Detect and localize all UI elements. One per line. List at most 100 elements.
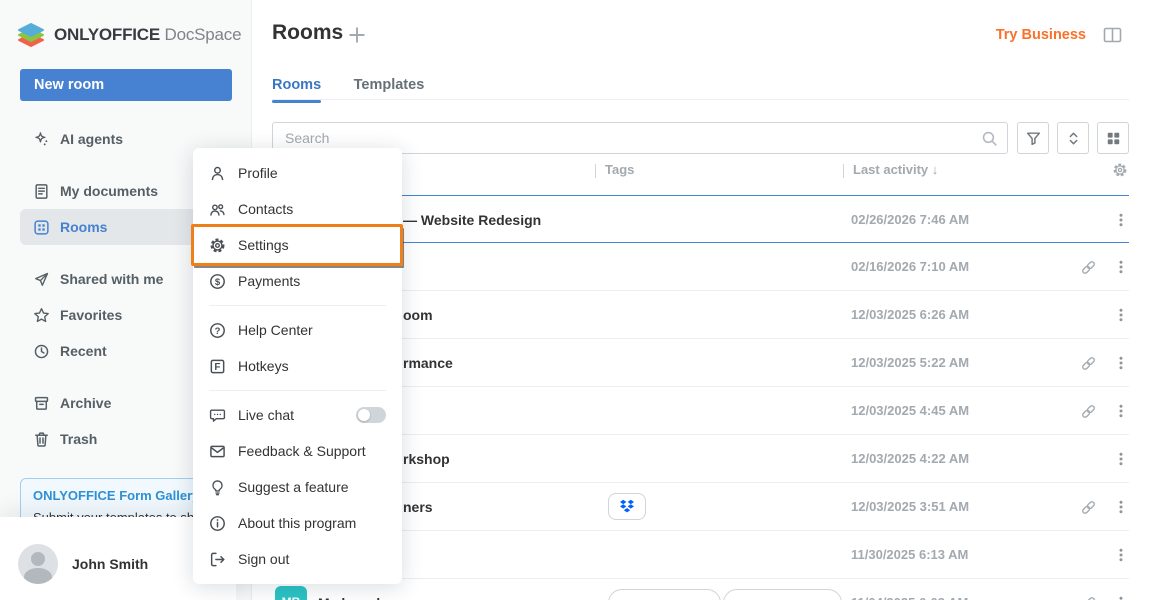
- copy-link-icon[interactable]: [1080, 403, 1097, 420]
- last-activity-date: 11/04/2025 6:03 AM: [851, 579, 968, 600]
- column-header-last-activity[interactable]: Last activity ↓: [853, 162, 938, 177]
- sidebar-item-label: AI agents: [60, 131, 123, 147]
- app-logo[interactable]: ONLYOFFICE DocSpace: [0, 0, 251, 50]
- last-activity-date: 12/03/2025 6:26 AM: [851, 291, 969, 339]
- copy-link-icon[interactable]: [1080, 259, 1097, 276]
- table-settings-gear-icon[interactable]: [1112, 162, 1128, 178]
- clock-icon: [32, 342, 50, 360]
- room-name: rkshop: [403, 435, 450, 483]
- view-switch-button[interactable]: [1097, 122, 1129, 154]
- row-context-menu-icon[interactable]: [1113, 547, 1129, 563]
- last-activity-date: 02/16/2026 7:10 AM: [851, 243, 969, 291]
- menu-item-suggest-feature[interactable]: Suggest a feature: [193, 469, 402, 505]
- onlyoffice-logo-icon: [16, 21, 46, 49]
- menu-item-profile[interactable]: Profile: [193, 155, 402, 191]
- menu-divider: [209, 390, 386, 391]
- grid-view-icon: [1105, 130, 1122, 147]
- row-context-menu-icon[interactable]: [1113, 499, 1129, 515]
- shared-icon: [32, 270, 50, 288]
- tab-templates[interactable]: Templates: [354, 77, 425, 101]
- account-dropdown-menu: Profile Contacts Settings: [193, 148, 402, 584]
- svg-text:$: $: [215, 276, 221, 287]
- room-avatar: MB: [275, 586, 307, 600]
- sidebar-item-label: Trash: [60, 431, 97, 447]
- panel-toggle-icon[interactable]: [1103, 26, 1122, 44]
- sparkle-icon: [32, 130, 50, 148]
- archive-icon: [32, 394, 50, 412]
- column-separator[interactable]: [843, 164, 844, 178]
- add-room-icon[interactable]: [348, 26, 366, 44]
- room-name: oom: [403, 291, 433, 339]
- svg-text:F: F: [214, 362, 220, 373]
- chat-icon: [209, 407, 226, 424]
- last-activity-date: 11/30/2025 6:13 AM: [851, 531, 968, 579]
- brand-text: ONLYOFFICE DocSpace: [54, 25, 241, 45]
- user-avatar[interactable]: [18, 544, 58, 584]
- row-context-menu-icon[interactable]: [1113, 307, 1129, 323]
- search-icon: [981, 130, 998, 147]
- menu-divider: [209, 305, 386, 306]
- sidebar-item-label: Shared with me: [60, 271, 163, 287]
- dropbox-tag-badge[interactable]: [608, 493, 646, 520]
- last-activity-date: 02/26/2026 7:46 AM: [851, 196, 969, 244]
- row-context-menu-icon[interactable]: [1113, 595, 1129, 600]
- filter-button[interactable]: [1017, 122, 1049, 154]
- contacts-icon: [209, 201, 226, 218]
- row-context-menu-icon[interactable]: [1113, 212, 1129, 228]
- profile-icon: [209, 165, 226, 182]
- copy-link-icon[interactable]: [1080, 499, 1097, 516]
- menu-item-hotkeys[interactable]: F Hotkeys: [193, 348, 402, 384]
- trash-icon: [32, 430, 50, 448]
- document-icon: [32, 182, 50, 200]
- menu-item-payments[interactable]: $ Payments: [193, 263, 402, 299]
- menu-item-settings[interactable]: Settings: [193, 227, 402, 263]
- tab-rooms[interactable]: Rooms: [272, 77, 321, 101]
- menu-item-feedback-support[interactable]: Feedback & Support: [193, 433, 402, 469]
- live-chat-toggle[interactable]: [356, 407, 386, 423]
- column-separator[interactable]: [595, 164, 596, 178]
- funnel-icon: [1025, 130, 1042, 147]
- page-title: Rooms: [272, 21, 343, 45]
- last-activity-date: 12/03/2025 4:22 AM: [851, 435, 969, 483]
- menu-item-about[interactable]: About this program: [193, 505, 402, 541]
- row-context-menu-icon[interactable]: [1113, 355, 1129, 371]
- column-header-tags[interactable]: Tags: [605, 162, 634, 177]
- user-profile-bar[interactable]: John Smith: [18, 544, 148, 584]
- sort-button[interactable]: [1057, 122, 1089, 154]
- last-activity-date: 12/03/2025 3:51 AM: [851, 483, 969, 531]
- table-row[interactable]: MBMy brand11/04/2025 6:03 AM: [272, 579, 1129, 600]
- row-context-menu-icon[interactable]: [1113, 403, 1129, 419]
- svg-text:?: ?: [215, 326, 221, 337]
- menu-item-contacts[interactable]: Contacts: [193, 191, 402, 227]
- bulb-icon: [209, 479, 226, 496]
- menu-item-help-center[interactable]: ? Help Center: [193, 312, 402, 348]
- sidebar-item-label: Rooms: [60, 219, 107, 235]
- user-name: John Smith: [72, 556, 148, 572]
- tag-pill[interactable]: [723, 589, 842, 600]
- rooms-icon: [32, 218, 50, 236]
- row-context-menu-icon[interactable]: [1113, 259, 1129, 275]
- tabs-bar: Rooms Templates: [272, 76, 1129, 100]
- try-business-link[interactable]: Try Business: [996, 27, 1086, 43]
- tag-pill[interactable]: [608, 589, 721, 600]
- help-icon: ?: [209, 322, 226, 339]
- room-name: — Website Redesign: [403, 196, 541, 244]
- info-icon: [209, 515, 226, 532]
- copy-link-icon[interactable]: [1080, 355, 1097, 372]
- menu-item-sign-out[interactable]: Sign out: [193, 541, 402, 577]
- docspace-app: ONLYOFFICE DocSpace New room AI agents: [0, 0, 1149, 600]
- sidebar-item-label: Archive: [60, 395, 111, 411]
- new-room-button[interactable]: New room: [20, 69, 232, 101]
- room-name: ners: [403, 483, 433, 531]
- settings-gear-icon: [209, 237, 226, 254]
- row-context-menu-icon[interactable]: [1113, 451, 1129, 467]
- copy-link-icon[interactable]: [1080, 595, 1097, 600]
- payments-icon: $: [209, 273, 226, 290]
- room-name: rmance: [403, 339, 453, 387]
- sidebar-item-label: Favorites: [60, 307, 122, 323]
- sidebar-item-label: My documents: [60, 183, 158, 199]
- sidebar-item-label: Recent: [60, 343, 107, 359]
- last-activity-date: 12/03/2025 5:22 AM: [851, 339, 969, 387]
- menu-item-live-chat[interactable]: Live chat: [193, 397, 402, 433]
- mail-icon: [209, 443, 226, 460]
